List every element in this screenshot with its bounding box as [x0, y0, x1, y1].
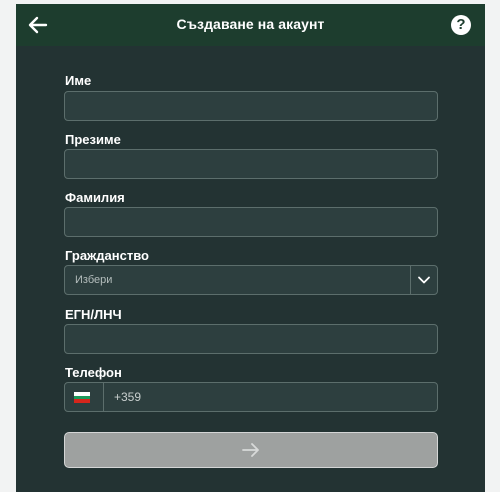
middle-name-input[interactable] [65, 150, 437, 178]
bulgaria-flag-icon [74, 392, 90, 403]
question-mark-icon: ? [456, 16, 466, 33]
first-name-field-box [64, 91, 438, 121]
country-code-selector[interactable] [65, 383, 104, 411]
header-bar: Създаване на акаунт ? [16, 4, 485, 46]
citizenship-label: Гражданство [65, 248, 149, 263]
chevron-down-icon[interactable] [416, 273, 432, 287]
last-name-input[interactable] [65, 208, 437, 236]
phone-label: Телефон [65, 365, 122, 380]
egn-label: ЕГН/ЛНЧ [65, 307, 122, 322]
select-divider [410, 266, 411, 294]
citizenship-selected-value: Избери [75, 274, 113, 286]
last-name-label: Фамилия [65, 190, 125, 205]
next-button[interactable] [64, 432, 438, 468]
citizenship-select[interactable]: Избери [64, 265, 438, 295]
create-account-panel: Създаване на акаунт ? Име Презиме Фамили… [16, 4, 485, 492]
last-name-field-box [64, 207, 438, 237]
phone-input[interactable] [104, 383, 476, 411]
egn-input[interactable] [65, 325, 437, 353]
egn-field-box [64, 324, 438, 354]
page-title: Създаване на акаунт [176, 16, 325, 32]
help-button[interactable]: ? [451, 15, 471, 35]
first-name-label: Име [65, 73, 92, 88]
middle-name-field-box [64, 149, 438, 179]
first-name-input[interactable] [65, 92, 437, 120]
arrow-right-icon [242, 443, 259, 457]
phone-field-box [64, 382, 476, 412]
middle-name-label: Презиме [65, 132, 121, 147]
